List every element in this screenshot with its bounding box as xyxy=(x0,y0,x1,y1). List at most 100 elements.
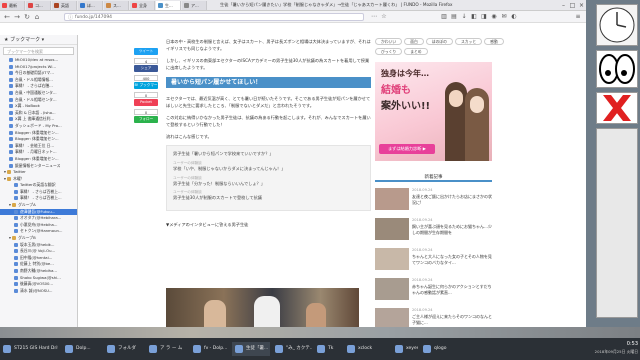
bookmark-item[interactable]: 事縁！ - さらば右膳... xyxy=(0,83,77,90)
bookmark-item[interactable]: Blogger: 体重増加セン... xyxy=(0,156,77,163)
page-actions-icon[interactable]: ⋯ xyxy=(370,13,378,21)
tag-pill[interactable]: まとめ xyxy=(404,48,428,55)
tag-pill[interactable]: スカッと xyxy=(454,38,483,45)
bookmark-item[interactable]: Twitterの英語な翻訳 xyxy=(0,182,77,189)
bookmark-item[interactable]: セトクン(@Hanmoun... xyxy=(0,228,77,235)
tag-pill[interactable]: かわいい xyxy=(375,38,403,45)
tweet-button[interactable]: ツイート xyxy=(134,48,158,55)
url-bar[interactable]: ⓘ fundo.jp/147094 xyxy=(64,13,364,21)
taskbar-item[interactable]: Tk xyxy=(314,342,342,356)
extension-icon[interactable]: ◉ xyxy=(490,13,498,21)
taskbar-item[interactable]: ST215 GIS Hard Drive xyxy=(0,342,58,356)
xclock-window[interactable] xyxy=(596,4,638,46)
forward-icon[interactable]: → xyxy=(13,13,21,21)
home-icon[interactable]: ⌂ xyxy=(33,13,41,21)
news-item[interactable]: 2018.09.24 飼い主が喜ぶ顔を見るためにお猫ちゃん…少しの期間が生存期間を xyxy=(375,218,492,242)
taskbar-item[interactable]: Dolp... xyxy=(62,342,102,356)
bookmark-item[interactable]: 事縁！ - さらば百樹上... xyxy=(0,189,77,196)
tag-pill[interactable]: 感動 xyxy=(484,38,504,45)
news-title: 飼い主が喜ぶ顔を見るためにお猫ちゃん…少しの期間が生存期間を xyxy=(412,224,492,235)
library-icon[interactable]: ▥ xyxy=(440,13,448,21)
browser-tab[interactable]: 英語 xyxy=(52,1,77,10)
back-icon[interactable]: ← xyxy=(3,13,11,21)
taskbar-item[interactable]: fv - Dolp... xyxy=(190,342,230,356)
bookmark-item[interactable]: 長谷川(@ Voji-Ou... xyxy=(0,248,77,255)
bookmark-item[interactable]: X翼 - NoBook xyxy=(0,103,77,110)
hatena-bookmark-button[interactable]: B! ブックマーク xyxy=(134,82,158,94)
minimize-icon[interactable]: – xyxy=(560,2,567,9)
maximize-icon[interactable]: □ xyxy=(569,2,576,9)
bookmark-item[interactable]: 今日の基礎用語(ITマ... xyxy=(0,70,77,77)
bookmark-item[interactable]: 坂本玉男(@hebik... xyxy=(0,242,77,249)
browser-tab[interactable]: ス... xyxy=(104,1,129,10)
x-logo-window[interactable] xyxy=(596,92,638,124)
bookmark-item[interactable]: Shoko Sugiwa(@shi... xyxy=(0,275,77,282)
tag-pill[interactable]: 面白 xyxy=(404,38,424,45)
bookmark-item[interactable]: MtO010/dev at msos... xyxy=(0,57,77,64)
bookmark-item[interactable]: 田中隆(@hentai... xyxy=(0,255,77,262)
feedly-button[interactable]: フォロー xyxy=(134,116,158,123)
tag-pill[interactable]: びっくり xyxy=(375,48,403,55)
taskbar-item[interactable]: "み_ カクテ... xyxy=(272,342,312,356)
bookmark-item[interactable]: オオタナ(@Hebihara... xyxy=(0,215,77,222)
ad-cta-button[interactable]: まずは結婚力診断 ▶ xyxy=(379,144,435,154)
bookmark-item[interactable]: MtO017/projects Wi... xyxy=(0,64,77,71)
news-item[interactable]: 2018.09.24 赤ちゃん誕生に何らかのアクションとすだちゃんの感動話が素直.… xyxy=(375,278,492,302)
tag-pill[interactable]: ほのぼの xyxy=(425,38,453,45)
bookmark-item[interactable]: 小悪党舟(@Hebiha... xyxy=(0,222,77,229)
taskbar-item[interactable]: フォルダ xyxy=(104,342,144,356)
taskbar-item[interactable]: xclock xyxy=(344,342,390,356)
taskbar-item[interactable]: xeyes xyxy=(392,342,418,356)
xeyes-window[interactable] xyxy=(596,50,638,88)
extension-icon[interactable]: ◨ xyxy=(480,13,488,21)
bookmark-folder[interactable]: ▾ 木曜！ xyxy=(0,176,77,183)
taskbar-item[interactable]: qlogo xyxy=(420,342,458,356)
marriage-ad-banner[interactable]: 独身は今年… 結婚も 案外いい!! まずは結婚力診断 ▶ xyxy=(375,62,492,161)
sidebar-toggle-icon[interactable]: ▤ xyxy=(450,13,458,21)
bookmark-item[interactable]: 台風・ドル相場情報... xyxy=(0,77,77,84)
bookmark-item[interactable]: 事縁！ - 芸能王位 日... xyxy=(0,143,77,150)
sidebar-header[interactable]: ★ ブックマーク ▾ xyxy=(0,35,77,45)
extension-icon[interactable]: ◧ xyxy=(470,13,478,21)
bookmark-search-input[interactable]: ブックマークを検索 xyxy=(3,47,74,55)
bookmark-folder[interactable]: ▾ Twitter xyxy=(0,169,77,176)
browser-tab[interactable]: コ... xyxy=(26,1,51,10)
menu-icon[interactable]: ≡ xyxy=(574,13,582,21)
browser-tab[interactable]: ア... xyxy=(182,1,207,10)
taskbar-item[interactable]: ア ラ ー ム xyxy=(146,342,188,356)
browser-tab-active[interactable]: 生... xyxy=(156,1,181,10)
bookmark-item[interactable]: 佐藤上 特別(@be... xyxy=(0,261,77,268)
bookmark-item[interactable]: 事縁！ - さらば百樹上... xyxy=(0,195,77,202)
facebook-share-button[interactable]: シェア xyxy=(134,65,158,72)
bookmark-item[interactable]: X翼 上 書庫通信社利... xyxy=(0,116,77,123)
bookmark-item[interactable]: Blogger: 体重増加セン... xyxy=(0,136,77,143)
bookmark-folder[interactable]: ▾ グループA xyxy=(0,202,77,209)
bookmark-folder[interactable]: ▾ グループB xyxy=(0,235,77,242)
bookmark-item[interactable]: 遊澤健吾(@Fukuu... xyxy=(0,208,77,216)
bookmark-item[interactable]: 台風・ドル相場センタ... xyxy=(0,97,77,104)
browser-tab[interactable]: 全身 xyxy=(130,1,155,10)
bookmark-item[interactable]: Blogger: 体重増加セン... xyxy=(0,130,77,137)
reload-icon[interactable]: ↻ xyxy=(23,13,31,21)
extension-icon[interactable]: ✉ xyxy=(500,13,508,21)
terminal-stack[interactable] xyxy=(596,128,638,318)
download-icon[interactable]: ↓ xyxy=(460,13,468,21)
close-icon[interactable]: × xyxy=(578,2,585,9)
taskbar-item[interactable]: 生徒「暑... xyxy=(232,342,270,356)
bookmark-item[interactable]: 飯屋情報センターニュース xyxy=(0,163,77,170)
bookmark-item[interactable]: 台風・中国通販センタ... xyxy=(0,90,77,97)
news-item[interactable]: 2018.09.24 友達と夜ご飯に出かけたらお店にまさかの状況に! xyxy=(375,188,492,212)
news-item[interactable]: 2018.09.24 ご主人様が迎えに来たらそのワンコのなんと子猫に... xyxy=(375,308,492,327)
bookmark-item[interactable]: 英和 & 日本語 - Jisho... xyxy=(0,110,77,117)
pocket-button[interactable]: Pocket xyxy=(134,99,158,106)
bookmark-item[interactable]: ダッシュボード - My Pro... xyxy=(0,123,77,130)
browser-tab[interactable]: ほ... xyxy=(78,1,103,10)
bookmark-star-icon[interactable]: ☆ xyxy=(380,13,388,21)
bookmark-item[interactable]: 後藤真(@VOS00... xyxy=(0,281,77,288)
bookmark-item[interactable]: 事縁！ - 月曜日ネット... xyxy=(0,149,77,156)
bookmark-item[interactable]: 南野大輔(@hebiha... xyxy=(0,268,77,275)
bookmark-item[interactable]: 清水 誠(@NOSU... xyxy=(0,288,77,295)
browser-tab[interactable]: 最新 xyxy=(0,1,25,10)
news-item[interactable]: 2018.09.24 ちゃんと大人になった女の子とその人物を見てワンコのバカなタイ… xyxy=(375,248,492,272)
extension-icon[interactable]: ◐ xyxy=(510,13,518,21)
